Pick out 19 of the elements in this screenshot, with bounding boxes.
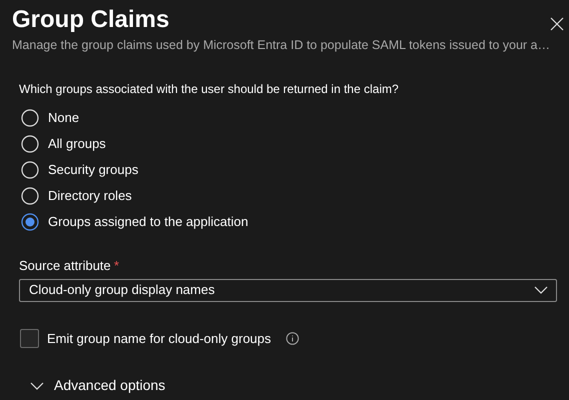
radio-label: Security groups [48,161,138,180]
radio-label: Groups assigned to the application [48,213,248,232]
chevron-down-icon [534,286,548,294]
checkbox-label: Emit group name for cloud-only groups [47,330,272,348]
radio-button[interactable] [21,213,39,231]
chevron-down-icon [30,382,44,390]
radio-label: None [48,109,80,128]
field-label: Source attribute [19,257,111,275]
radio-label: Directory roles [48,187,132,206]
source-attribute-dropdown[interactable]: Cloud-only group display names [19,278,557,302]
info-icon [286,332,299,345]
required-mark: * [114,257,120,275]
dropdown-value: Cloud-only group display names [29,281,215,300]
question-text: Which groups associated with the user should be returned in the claim? [19,81,400,98]
checkbox[interactable] [20,328,39,348]
panel-title: Group Claims [12,5,170,35]
radio-label: All groups [48,135,106,154]
panel-description: Manage the group claims used by Microsoft Entra ID to populate SAML tokens issued to your a… [12,37,550,53]
advanced-options-toggle[interactable]: Advanced options [30,375,166,396]
